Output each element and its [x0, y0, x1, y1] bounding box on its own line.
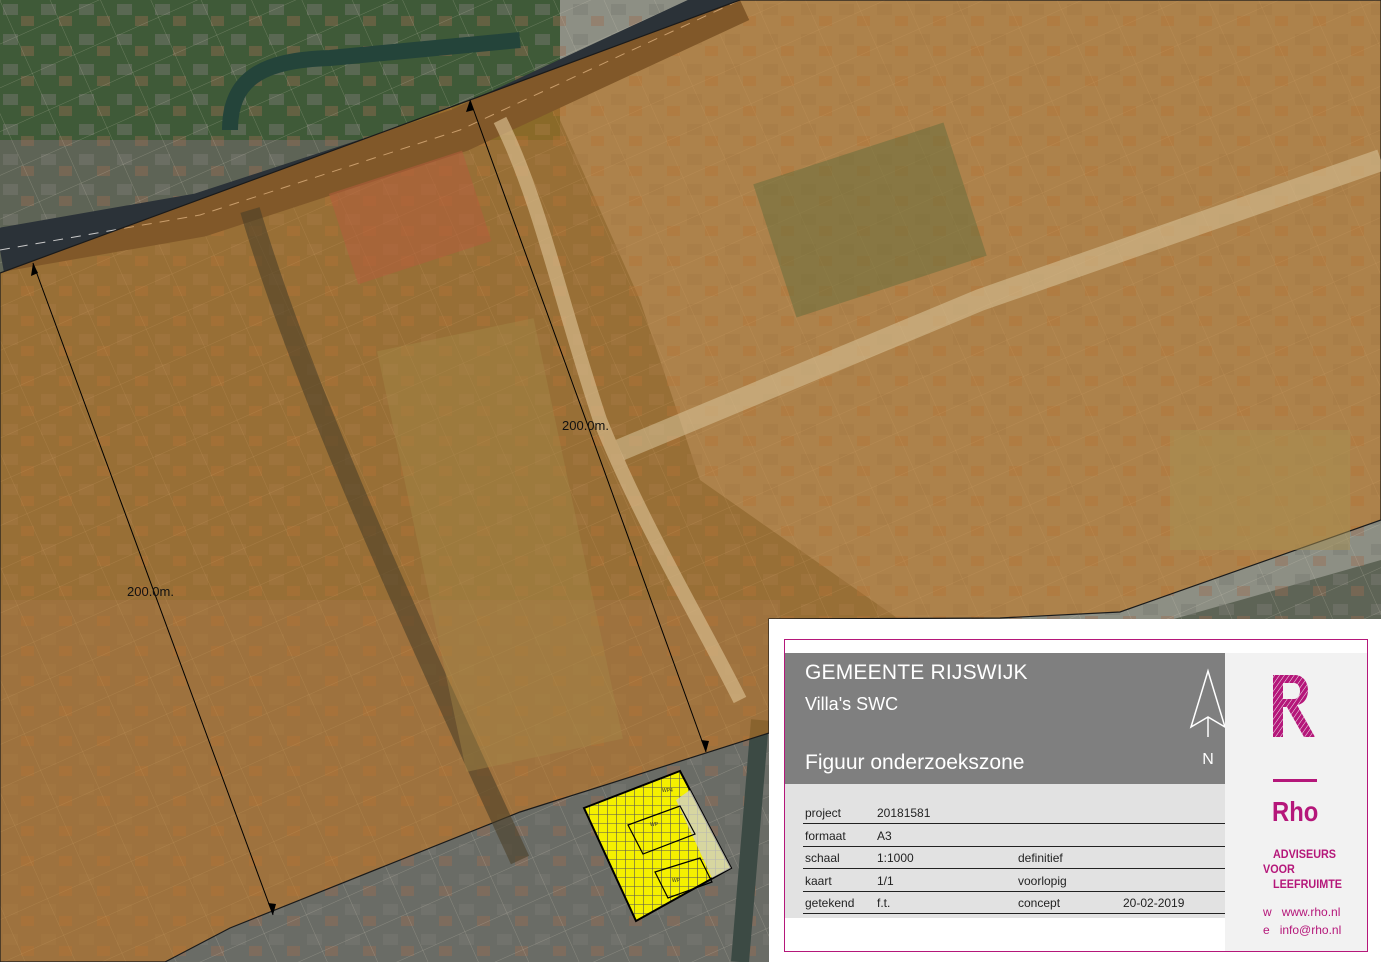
- row-date: 20-02-2019: [1123, 896, 1185, 910]
- field-east: [1170, 430, 1350, 550]
- plot-label-wp-b: WP: [672, 878, 681, 884]
- logo-divider: [1273, 779, 1317, 782]
- brand-email[interactable]: e info@rho.nl: [1263, 923, 1341, 937]
- brand-tagline-1: ADVISEURS: [1273, 847, 1337, 861]
- row-value: f.t.: [877, 896, 891, 910]
- table-row: getekend f.t. concept 20-02-2019: [803, 891, 1225, 914]
- brand-website[interactable]: w www.rho.nl: [1263, 905, 1340, 919]
- title-block-header: GEMEENTE RIJSWIJK Villa's SWC Figuur ond…: [785, 653, 1227, 784]
- row-label: project: [805, 806, 842, 820]
- organization-name: GEMEENTE RIJSWIJK: [805, 661, 1028, 684]
- rho-logo-icon: [1273, 675, 1315, 737]
- row-label: formaat: [805, 829, 846, 843]
- brand-panel: Rho ADVISEURS VOOR LEEFRUIMTE w www.rho.…: [1225, 653, 1367, 951]
- plot-label-wp4: WP4: [662, 788, 673, 794]
- row-status: voorlopig: [1018, 874, 1067, 888]
- brand-tagline-3: LEEFRUIMTE: [1273, 877, 1343, 891]
- table-row: schaal 1:1000 definitief: [803, 846, 1225, 869]
- website-link[interactable]: www.rho.nl: [1282, 905, 1341, 919]
- figure-title: Figuur onderzoekszone: [805, 751, 1025, 774]
- dimension-label-west: 200.0m.: [127, 584, 174, 599]
- row-status: concept: [1018, 896, 1061, 910]
- row-label: kaart: [805, 874, 832, 888]
- row-value: 20181581: [877, 806, 931, 820]
- row-value: 1:1000: [877, 851, 914, 865]
- row-value: A3: [877, 829, 892, 843]
- website-prefix: w: [1263, 905, 1272, 919]
- brand-name: Rho: [1272, 796, 1319, 827]
- title-block: GEMEENTE RIJSWIJK Villa's SWC Figuur ond…: [769, 619, 1381, 962]
- table-row: project 20181581: [803, 801, 1225, 824]
- table-row: formaat A3: [803, 824, 1225, 847]
- row-status: definitief: [1018, 851, 1063, 865]
- brand-tagline-2: VOOR: [1263, 862, 1295, 876]
- table-row: kaart 1/1 voorlopig: [803, 869, 1225, 892]
- email-prefix: e: [1263, 923, 1270, 937]
- email-link[interactable]: info@rho.nl: [1280, 923, 1342, 937]
- row-value: 1/1: [877, 874, 894, 888]
- row-label: getekend: [805, 896, 855, 910]
- plot-label-wp-a: WP: [650, 822, 659, 828]
- dimension-label-east: 200.0m.: [562, 418, 609, 433]
- title-block-table: project 20181581 formaat A3 schaal 1:100…: [785, 784, 1225, 918]
- project-name: Villa's SWC: [805, 694, 899, 714]
- row-label: schaal: [805, 851, 840, 865]
